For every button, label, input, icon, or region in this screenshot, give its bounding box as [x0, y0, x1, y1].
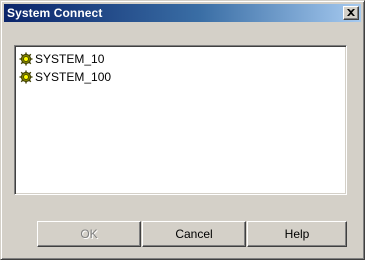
close-button[interactable] [343, 6, 359, 20]
cancel-button[interactable]: Cancel [142, 221, 246, 247]
close-icon [347, 9, 355, 16]
ok-button[interactable]: OK [37, 221, 141, 247]
dialog-title: System Connect [7, 6, 103, 20]
help-button[interactable]: Help [247, 221, 347, 247]
system-listbox[interactable]: SYSTEM_10 SYSTEM_100 [14, 45, 347, 195]
system-connect-dialog: System Connect SYSTEM_10 SYSTEM_100 OK C… [0, 0, 365, 260]
system-node-icon [19, 70, 33, 84]
list-item-system-100[interactable]: SYSTEM_100 [19, 68, 111, 86]
list-item-label: SYSTEM_10 [35, 52, 105, 66]
title-bar[interactable]: System Connect [4, 4, 361, 22]
list-item-label: SYSTEM_100 [35, 70, 112, 84]
system-node-icon [19, 52, 33, 66]
list-item-system-10[interactable]: SYSTEM_10 [19, 50, 104, 68]
